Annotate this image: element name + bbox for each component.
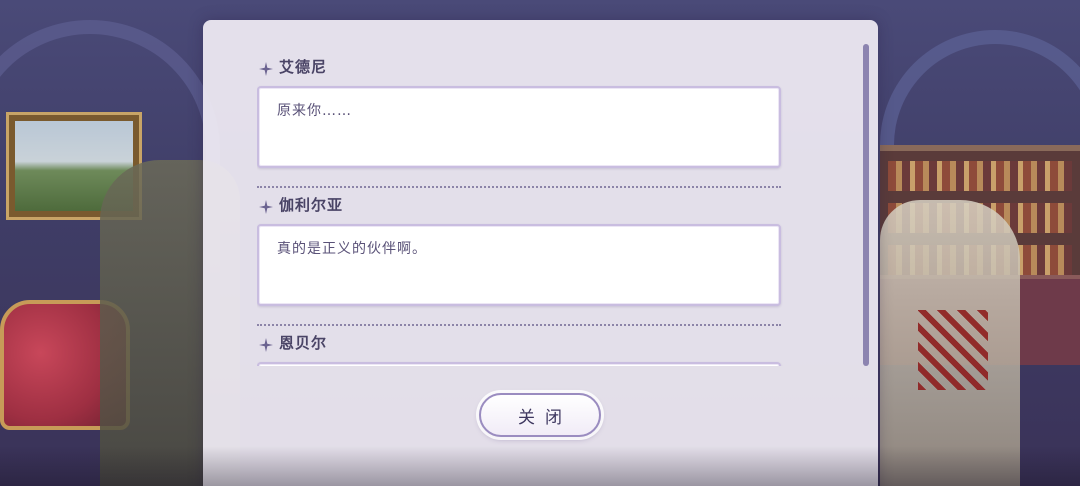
dialog-entry: 恩贝尔 — [257, 328, 785, 366]
sparkle-icon — [259, 338, 273, 352]
speaker-row: 艾德尼 — [257, 52, 785, 80]
dialog-entry: 艾德尼 原来你…… — [257, 52, 785, 190]
speaker-row: 恩贝尔 — [257, 328, 785, 356]
background-ribbon — [918, 310, 988, 390]
speaker-name: 艾德尼 — [279, 57, 328, 76]
dialog-log-list[interactable]: 艾德尼 原来你…… 伽利尔亚 真的是正义的伙伴啊。 恩贝尔 — [257, 52, 785, 366]
dialog-log-panel: 艾德尼 原来你…… 伽利尔亚 真的是正义的伙伴啊。 恩贝尔 关闭 — [203, 20, 878, 486]
dialog-entry: 伽利尔亚 真的是正义的伙伴啊。 — [257, 190, 785, 328]
scrollbar-track[interactable] — [863, 44, 869, 366]
close-button[interactable]: 关闭 — [479, 393, 601, 437]
scrollbar-thumb[interactable] — [863, 44, 869, 366]
dialog-line-box: 真的是正义的伙伴啊。 — [257, 224, 781, 306]
entry-divider — [257, 324, 781, 326]
dialog-line-text: 原来你…… — [277, 103, 352, 119]
entry-divider — [257, 186, 781, 188]
speaker-name: 伽利尔亚 — [279, 195, 344, 214]
dialog-line-text: 真的是正义的伙伴啊。 — [277, 241, 427, 257]
speaker-row: 伽利尔亚 — [257, 190, 785, 218]
close-button-label: 关闭 — [518, 407, 572, 428]
dialog-line-box: 原来你…… — [257, 86, 781, 168]
sparkle-icon — [259, 62, 273, 76]
dialog-line-box — [257, 362, 781, 366]
speaker-name: 恩贝尔 — [279, 333, 328, 352]
sparkle-icon — [259, 200, 273, 214]
